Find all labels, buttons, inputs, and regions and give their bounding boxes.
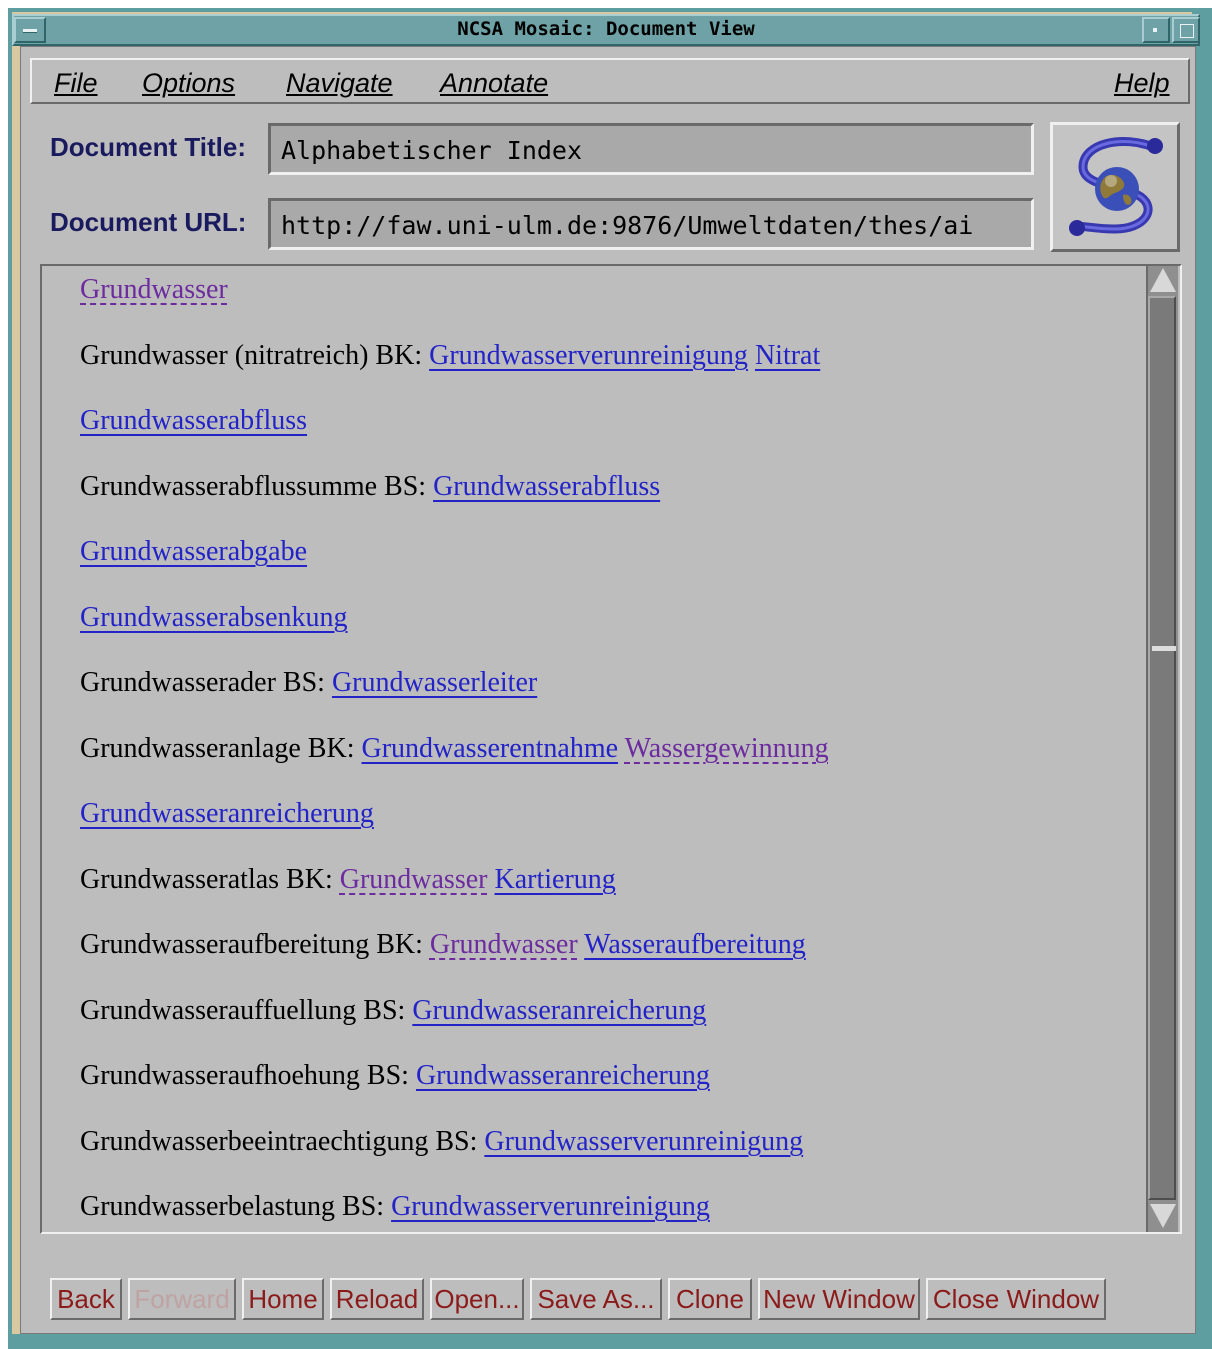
logo-graphic bbox=[1069, 136, 1163, 236]
window-title: NCSA Mosaic: Document View bbox=[457, 18, 755, 40]
visited-link[interactable]: Grundwasser bbox=[80, 274, 228, 305]
scroll-up-arrow-icon[interactable] bbox=[1150, 268, 1176, 292]
entry-term: Grundwasser (nitratreich) BK: bbox=[80, 340, 430, 371]
index-entry: Grundwasserbeeintraechtigung BS: Grundwa… bbox=[80, 1126, 803, 1158]
index-entry: Grundwasserader BS: Grundwasserleiter bbox=[80, 667, 537, 699]
entry-term: Grundwasseraufbereitung BK: bbox=[80, 929, 430, 960]
index-entry: Grundwasserabgabe bbox=[80, 536, 307, 568]
document-title-field: Alphabetischer Index bbox=[268, 123, 1034, 175]
index-entry: Grundwasseratlas BK: Grundwasser Kartier… bbox=[80, 864, 616, 896]
menu-navigate[interactable]: Navigate bbox=[286, 68, 393, 99]
hyperlink[interactable]: Grundwasserabfluss bbox=[433, 471, 660, 502]
menu-help-label: Help bbox=[1114, 68, 1170, 98]
clone-button[interactable]: Clone bbox=[668, 1278, 752, 1320]
hyperlink[interactable]: Grundwasserabsenkung bbox=[80, 602, 348, 633]
index-entry: Grundwasserabflussumme BS: Grundwasserab… bbox=[80, 471, 660, 503]
hyperlink[interactable]: Grundwasseranreicherung bbox=[416, 1060, 710, 1091]
mosaic-globe-logo-icon[interactable] bbox=[1050, 122, 1180, 252]
hyperlink[interactable]: Wasseraufbereitung bbox=[584, 929, 806, 960]
scrollbar-position-mark bbox=[1152, 646, 1176, 651]
entry-term: Grundwasserabflussumme BS: bbox=[80, 471, 434, 502]
entry-term: Grundwasserbelastung BS: bbox=[80, 1191, 392, 1222]
maximize-button[interactable] bbox=[1172, 17, 1200, 43]
menu-options[interactable]: Options bbox=[142, 68, 235, 99]
hyperlink[interactable]: Grundwasserentnahme bbox=[361, 733, 618, 764]
hyperlink[interactable]: Grundwasserabgabe bbox=[80, 536, 307, 567]
visited-link[interactable]: Wassergewinnung bbox=[625, 733, 829, 764]
menu-annotate[interactable]: Annotate bbox=[440, 68, 548, 99]
visited-link[interactable]: Grundwasser bbox=[430, 929, 578, 960]
visited-link[interactable]: Grundwasser bbox=[340, 864, 488, 895]
close-window-button[interactable]: Close Window bbox=[926, 1278, 1106, 1320]
save-as-button[interactable]: Save As... bbox=[530, 1278, 662, 1320]
entry-term: Grundwasseratlas BK: bbox=[80, 864, 340, 895]
open-button[interactable]: Open... bbox=[430, 1278, 524, 1320]
entry-term: Grundwasserauffuellung BS: bbox=[80, 995, 413, 1026]
index-entry: Grundwasseraufbereitung BK: Grundwasser … bbox=[80, 929, 806, 961]
hyperlink[interactable]: Grundwasserverunreinigung bbox=[429, 340, 748, 371]
document-url-label: Document URL: bbox=[50, 207, 247, 237]
index-entry: Grundwasserauffuellung BS: Grundwasseran… bbox=[80, 995, 706, 1027]
menu-annotate-label: Annotate bbox=[440, 68, 549, 98]
hyperlink[interactable]: Grundwasseranreicherung bbox=[80, 798, 374, 829]
index-entry: Grundwasser (nitratreich) BK: Grundwasse… bbox=[80, 340, 820, 372]
scrollbar-thumb[interactable] bbox=[1148, 296, 1176, 1200]
hyperlink[interactable]: Grundwasserverunreinigung bbox=[391, 1191, 710, 1222]
forward-button[interactable]: Forward bbox=[128, 1278, 236, 1320]
menu-file-label: File bbox=[54, 68, 98, 98]
entry-term: Grundwasserader BS: bbox=[80, 667, 332, 698]
document-url-field[interactable]: http://faw.uni-ulm.de:9876/Umweltdaten/t… bbox=[268, 198, 1034, 250]
index-entry: Grundwasserabsenkung bbox=[80, 602, 348, 634]
hyperlink[interactable]: Grundwasserleiter bbox=[332, 667, 537, 698]
minimize-button[interactable] bbox=[1142, 17, 1170, 43]
menu-bar: File Options Navigate Annotate Help bbox=[30, 58, 1190, 104]
scroll-down-arrow-icon[interactable] bbox=[1150, 1204, 1176, 1228]
hyperlink[interactable]: Kartierung bbox=[494, 864, 615, 895]
index-entry: Grundwasser bbox=[80, 274, 228, 306]
back-button[interactable]: Back bbox=[50, 1278, 122, 1320]
menu-help[interactable]: Help bbox=[1114, 68, 1170, 99]
hyperlink[interactable]: Nitrat bbox=[755, 340, 820, 371]
entry-term: Grundwasserbeeintraechtigung BS: bbox=[80, 1126, 485, 1157]
menu-file[interactable]: File bbox=[54, 68, 98, 99]
menu-navigate-label: Navigate bbox=[286, 68, 393, 98]
index-entry: Grundwasseranreicherung bbox=[80, 798, 374, 830]
home-button[interactable]: Home bbox=[242, 1278, 324, 1320]
hyperlink[interactable]: Grundwasserverunreinigung bbox=[484, 1126, 803, 1157]
entry-term: Grundwasseranlage BK: bbox=[80, 733, 362, 764]
document-title-label: Document Title: bbox=[50, 132, 246, 162]
menu-options-label: Options bbox=[142, 68, 236, 98]
hyperlink[interactable]: Grundwasserabfluss bbox=[80, 405, 307, 436]
index-entry: Grundwasserbelastung BS: Grundwasserveru… bbox=[80, 1191, 710, 1223]
document-view[interactable]: Grundwasser Grundwasser (nitratreich) BK:… bbox=[40, 264, 1182, 1234]
index-entry: Grundwasseranlage BK: Grundwasserentnahm… bbox=[80, 733, 829, 765]
entry-term: Grundwasseraufhoehung BS: bbox=[80, 1060, 416, 1091]
index-entry: Grundwasserabfluss bbox=[80, 405, 307, 437]
hyperlink[interactable]: Grundwasseranreicherung bbox=[412, 995, 706, 1026]
index-entry: Grundwasseraufhoehung BS: Grundwasseranr… bbox=[80, 1060, 710, 1092]
reload-button[interactable]: Reload bbox=[330, 1278, 424, 1320]
new-window-button[interactable]: New Window bbox=[758, 1278, 920, 1320]
